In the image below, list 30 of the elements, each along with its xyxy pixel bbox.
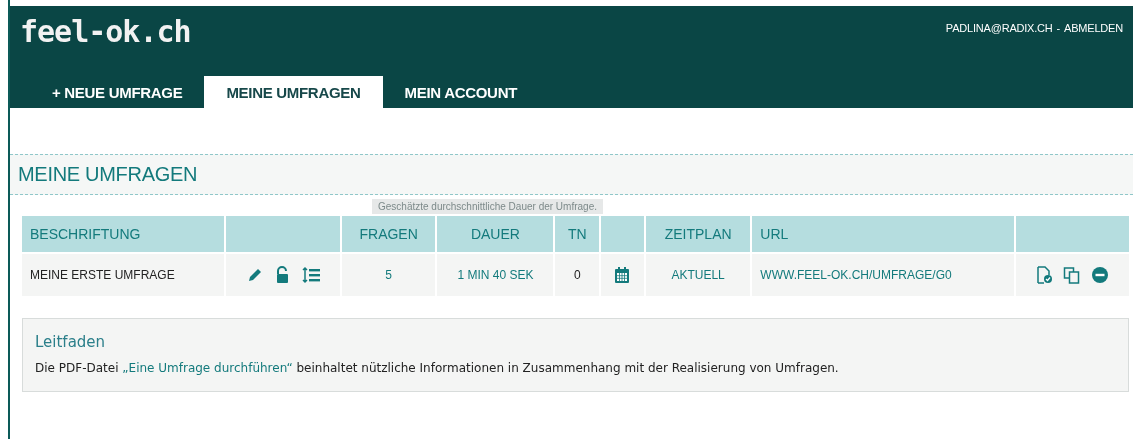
column-header: ZEITPLAN <box>645 216 751 252</box>
table-cell: 0 <box>555 254 600 296</box>
site-logo[interactable]: feel-ok.ch <box>20 14 191 49</box>
table-cell: 5 <box>341 254 436 296</box>
document-check-icon[interactable] <box>1035 266 1054 284</box>
remove-icon[interactable] <box>1091 266 1110 284</box>
column-header: URL <box>752 216 1014 252</box>
column-header: BESCHRIFTUNG <box>22 216 225 252</box>
column-header: DAUER <box>437 216 554 252</box>
nav-tab[interactable]: + NEUE UMFRAGE <box>30 76 205 108</box>
column-header: TN <box>555 216 600 252</box>
table-cell: 1 MIN 40 SEK <box>437 254 554 296</box>
user-email: PADLINA@RADIX.CH <box>945 22 1053 34</box>
column-header <box>601 216 644 252</box>
copy-icon[interactable] <box>1063 266 1082 284</box>
table-cell: AKTUELL <box>645 254 751 296</box>
nav-tab[interactable]: MEINE UMFRAGEN <box>204 76 383 108</box>
section-title: MEINE UMFRAGEN <box>18 163 199 186</box>
nav-tab[interactable]: MEIN ACCOUNT <box>382 76 540 108</box>
column-header: FRAGEN <box>341 216 436 252</box>
pdf-link[interactable]: „Eine Umfrage durchführen“ <box>122 361 293 375</box>
guide-title: Leitfaden <box>35 333 107 351</box>
separator-text: - <box>1056 22 1061 34</box>
logout-link[interactable]: ABMELDEN <box>1064 22 1123 34</box>
url-link[interactable]: WWW.FEEL-OK.CH/UMFRAGE/G0 <box>752 254 1014 296</box>
tooltip: Geschätzte durchschnittliche Dauer der Umfrage. <box>372 199 603 214</box>
sort-list-icon[interactable] <box>302 266 321 284</box>
table-cell: MEINE ERSTE UMFRAGE <box>22 254 225 296</box>
guide-text: Die PDF-Datei „Eine Umfrage durchführen“ beinhaltet nützliche Informationen in Zusammenhang mit der Realisierung von Umfragen. <box>35 361 840 375</box>
calendar-icon[interactable] <box>613 266 632 284</box>
